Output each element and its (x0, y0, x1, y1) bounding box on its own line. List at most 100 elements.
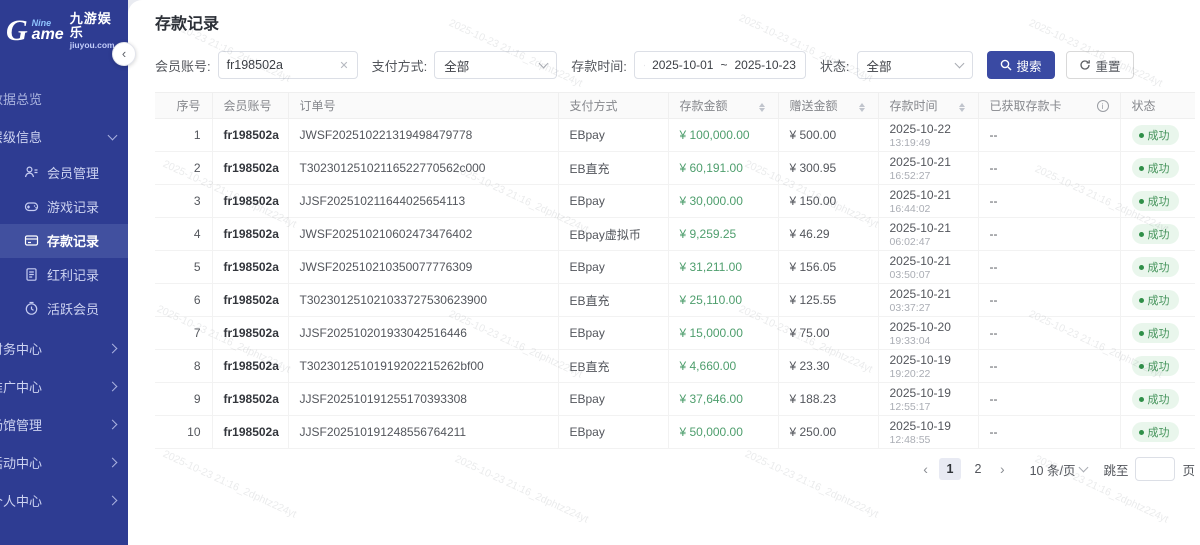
cell-bonus-amount: ¥ 250.00 (778, 416, 878, 449)
search-button[interactable]: 搜索 (987, 51, 1055, 79)
table-row[interactable]: 9 fr198502a JJSF202510191255170393308 EB… (155, 383, 1195, 416)
cell-deposit-card: -- (978, 284, 1120, 317)
cell-index: 9 (155, 383, 212, 416)
page-number-1[interactable]: 1 (939, 458, 961, 480)
status-badge: 成功 (1132, 191, 1179, 211)
jump-page-input[interactable] (1135, 457, 1175, 481)
col-bonus-amount[interactable]: 赠送金额 (778, 93, 878, 119)
chevron-down-icon (1079, 463, 1089, 473)
cell-deposit-amount: ¥ 30,000.00 (668, 185, 778, 218)
cell-payment-method: EBpay虚拟币 (558, 218, 668, 251)
cell-order-no: JWSF202510210602473476402 (288, 218, 558, 251)
sidebar-item-active-members[interactable]: 活跃会员 (0, 292, 128, 326)
status-dot-icon (1139, 364, 1144, 369)
status-dot-icon (1139, 166, 1144, 171)
cell-deposit-card: -- (978, 383, 1120, 416)
game-icon (24, 199, 39, 214)
sidebar-item-venue-management[interactable]: 场馆管理 (0, 406, 128, 444)
clear-icon[interactable]: ✕ (339, 59, 348, 72)
status-dot-icon (1139, 232, 1144, 237)
account-filter-label: 会员账号: (155, 56, 211, 75)
page-number-2[interactable]: 2 (967, 458, 989, 480)
jump-page-suffix: 页 (1182, 460, 1195, 479)
cell-deposit-card: -- (978, 119, 1120, 152)
status-select[interactable]: 全部 (857, 51, 973, 79)
table-row[interactable]: 1 fr198502a JWSF202510221319498479778 EB… (155, 119, 1195, 152)
sidebar-item-deposit-records[interactable]: 存款记录 (0, 224, 128, 258)
logo-g-icon: G (6, 17, 28, 45)
col-payment-method: 支付方式 (558, 93, 668, 119)
table-row[interactable]: 5 fr198502a JWSF202510210350077776309 EB… (155, 251, 1195, 284)
status-dot-icon (1139, 199, 1144, 204)
col-deposit-time[interactable]: 存款时间 (878, 93, 978, 119)
table-row[interactable]: 10 fr198502a JJSF202510191248556764211 E… (155, 416, 1195, 449)
cell-status: 成功 (1120, 317, 1195, 350)
cell-status: 成功 (1120, 119, 1195, 152)
page-size-select[interactable]: 10 条/页 (1030, 460, 1088, 479)
active-clock-icon (24, 301, 39, 316)
status-badge: 成功 (1132, 323, 1179, 343)
sidebar-item-promotion-center[interactable]: 推广中心 (0, 368, 128, 406)
table-row[interactable]: 4 fr198502a JWSF202510210602473476402 EB… (155, 218, 1195, 251)
cell-payment-method: EBpay (558, 185, 668, 218)
sort-icon[interactable] (859, 103, 865, 112)
reset-button[interactable]: 重置 (1066, 51, 1134, 79)
prev-page-button[interactable]: ‹ (918, 461, 933, 477)
sidebar: G Nine ame 九游娱乐 jiuyou.com 数据总览 层级信息 会员管… (0, 0, 128, 545)
table-row[interactable]: 7 fr198502a JJSF202510201933042516446 EB… (155, 317, 1195, 350)
sidebar-item-personal-center[interactable]: 个人中心 (0, 482, 128, 520)
cell-status: 成功 (1120, 185, 1195, 218)
date-range-start: 2025-10-01 (652, 58, 713, 72)
table-row[interactable]: 3 fr198502a JJSF202510211644025654113 EB… (155, 185, 1195, 218)
deposit-card-icon (24, 233, 39, 248)
chevron-right-icon (108, 382, 118, 392)
sidebar-collapse-button[interactable]: ‹ (112, 42, 136, 66)
app-logo[interactable]: G Nine ame 九游娱乐 jiuyou.com (0, 0, 128, 62)
col-order-no: 订单号 (288, 93, 558, 119)
next-page-button[interactable]: › (995, 461, 1010, 477)
col-deposit-amount[interactable]: 存款金额 (668, 93, 778, 119)
cell-status: 成功 (1120, 350, 1195, 383)
sidebar-item-data-overview[interactable]: 数据总览 (0, 80, 128, 118)
cell-payment-method: EB直充 (558, 152, 668, 185)
cell-deposit-time: 2025-10-2103:37:27 (878, 284, 978, 317)
info-icon[interactable]: i (1097, 100, 1109, 112)
cell-deposit-time: 2025-10-1919:20:22 (878, 350, 978, 383)
sidebar-item-activity-center[interactable]: 活动中心 (0, 444, 128, 482)
sidebar-item-member-management[interactable]: 会员管理 (0, 156, 128, 190)
cell-deposit-amount: ¥ 9,259.25 (668, 218, 778, 251)
status-badge: 成功 (1132, 389, 1179, 409)
payment-method-select[interactable]: 全部 (434, 51, 557, 79)
cell-account: fr198502a (212, 383, 288, 416)
table-row[interactable]: 8 fr198502a T30230125101919202215262bf00… (155, 350, 1195, 383)
table-body: 1 fr198502a JWSF202510221319498479778 EB… (155, 119, 1195, 449)
sidebar-item-finance-center[interactable]: 财务中心 (0, 330, 128, 368)
cell-deposit-time: 2025-10-1912:55:17 (878, 383, 978, 416)
table-row[interactable]: 6 fr198502a T302301251021033727530623900… (155, 284, 1195, 317)
chevron-right-icon (108, 420, 118, 430)
sidebar-item-bonus-records[interactable]: 红利记录 (0, 258, 128, 292)
sort-icon[interactable] (759, 103, 765, 112)
status-badge: 成功 (1132, 356, 1179, 376)
col-index: 序号 (155, 93, 212, 119)
chevron-right-icon (108, 458, 118, 468)
sort-icon[interactable] (959, 103, 965, 112)
refresh-icon (1079, 59, 1091, 71)
table-row[interactable]: 2 fr198502a T30230125102116522770562c000… (155, 152, 1195, 185)
cell-order-no: JWSF202510210350077776309 (288, 251, 558, 284)
cell-payment-method: EBpay (558, 317, 668, 350)
sidebar-item-game-records[interactable]: 游戏记录 (0, 190, 128, 224)
payment-filter-label: 支付方式: (372, 56, 428, 75)
status-dot-icon (1139, 331, 1144, 336)
cell-order-no: JJSF202510191248556764211 (288, 416, 558, 449)
cell-account: fr198502a (212, 416, 288, 449)
status-dot-icon (1139, 265, 1144, 270)
account-input[interactable]: fr198502a (227, 58, 283, 72)
sidebar-item-level-info[interactable]: 层级信息 (0, 118, 128, 156)
cell-account: fr198502a (212, 284, 288, 317)
bonus-doc-icon (24, 267, 39, 282)
col-account: 会员账号 (212, 93, 288, 119)
deposit-time-range-picker[interactable]: 2025-10-01 ~ 2025-10-23 (634, 51, 806, 79)
cell-deposit-card: -- (978, 218, 1120, 251)
status-badge: 成功 (1132, 158, 1179, 178)
